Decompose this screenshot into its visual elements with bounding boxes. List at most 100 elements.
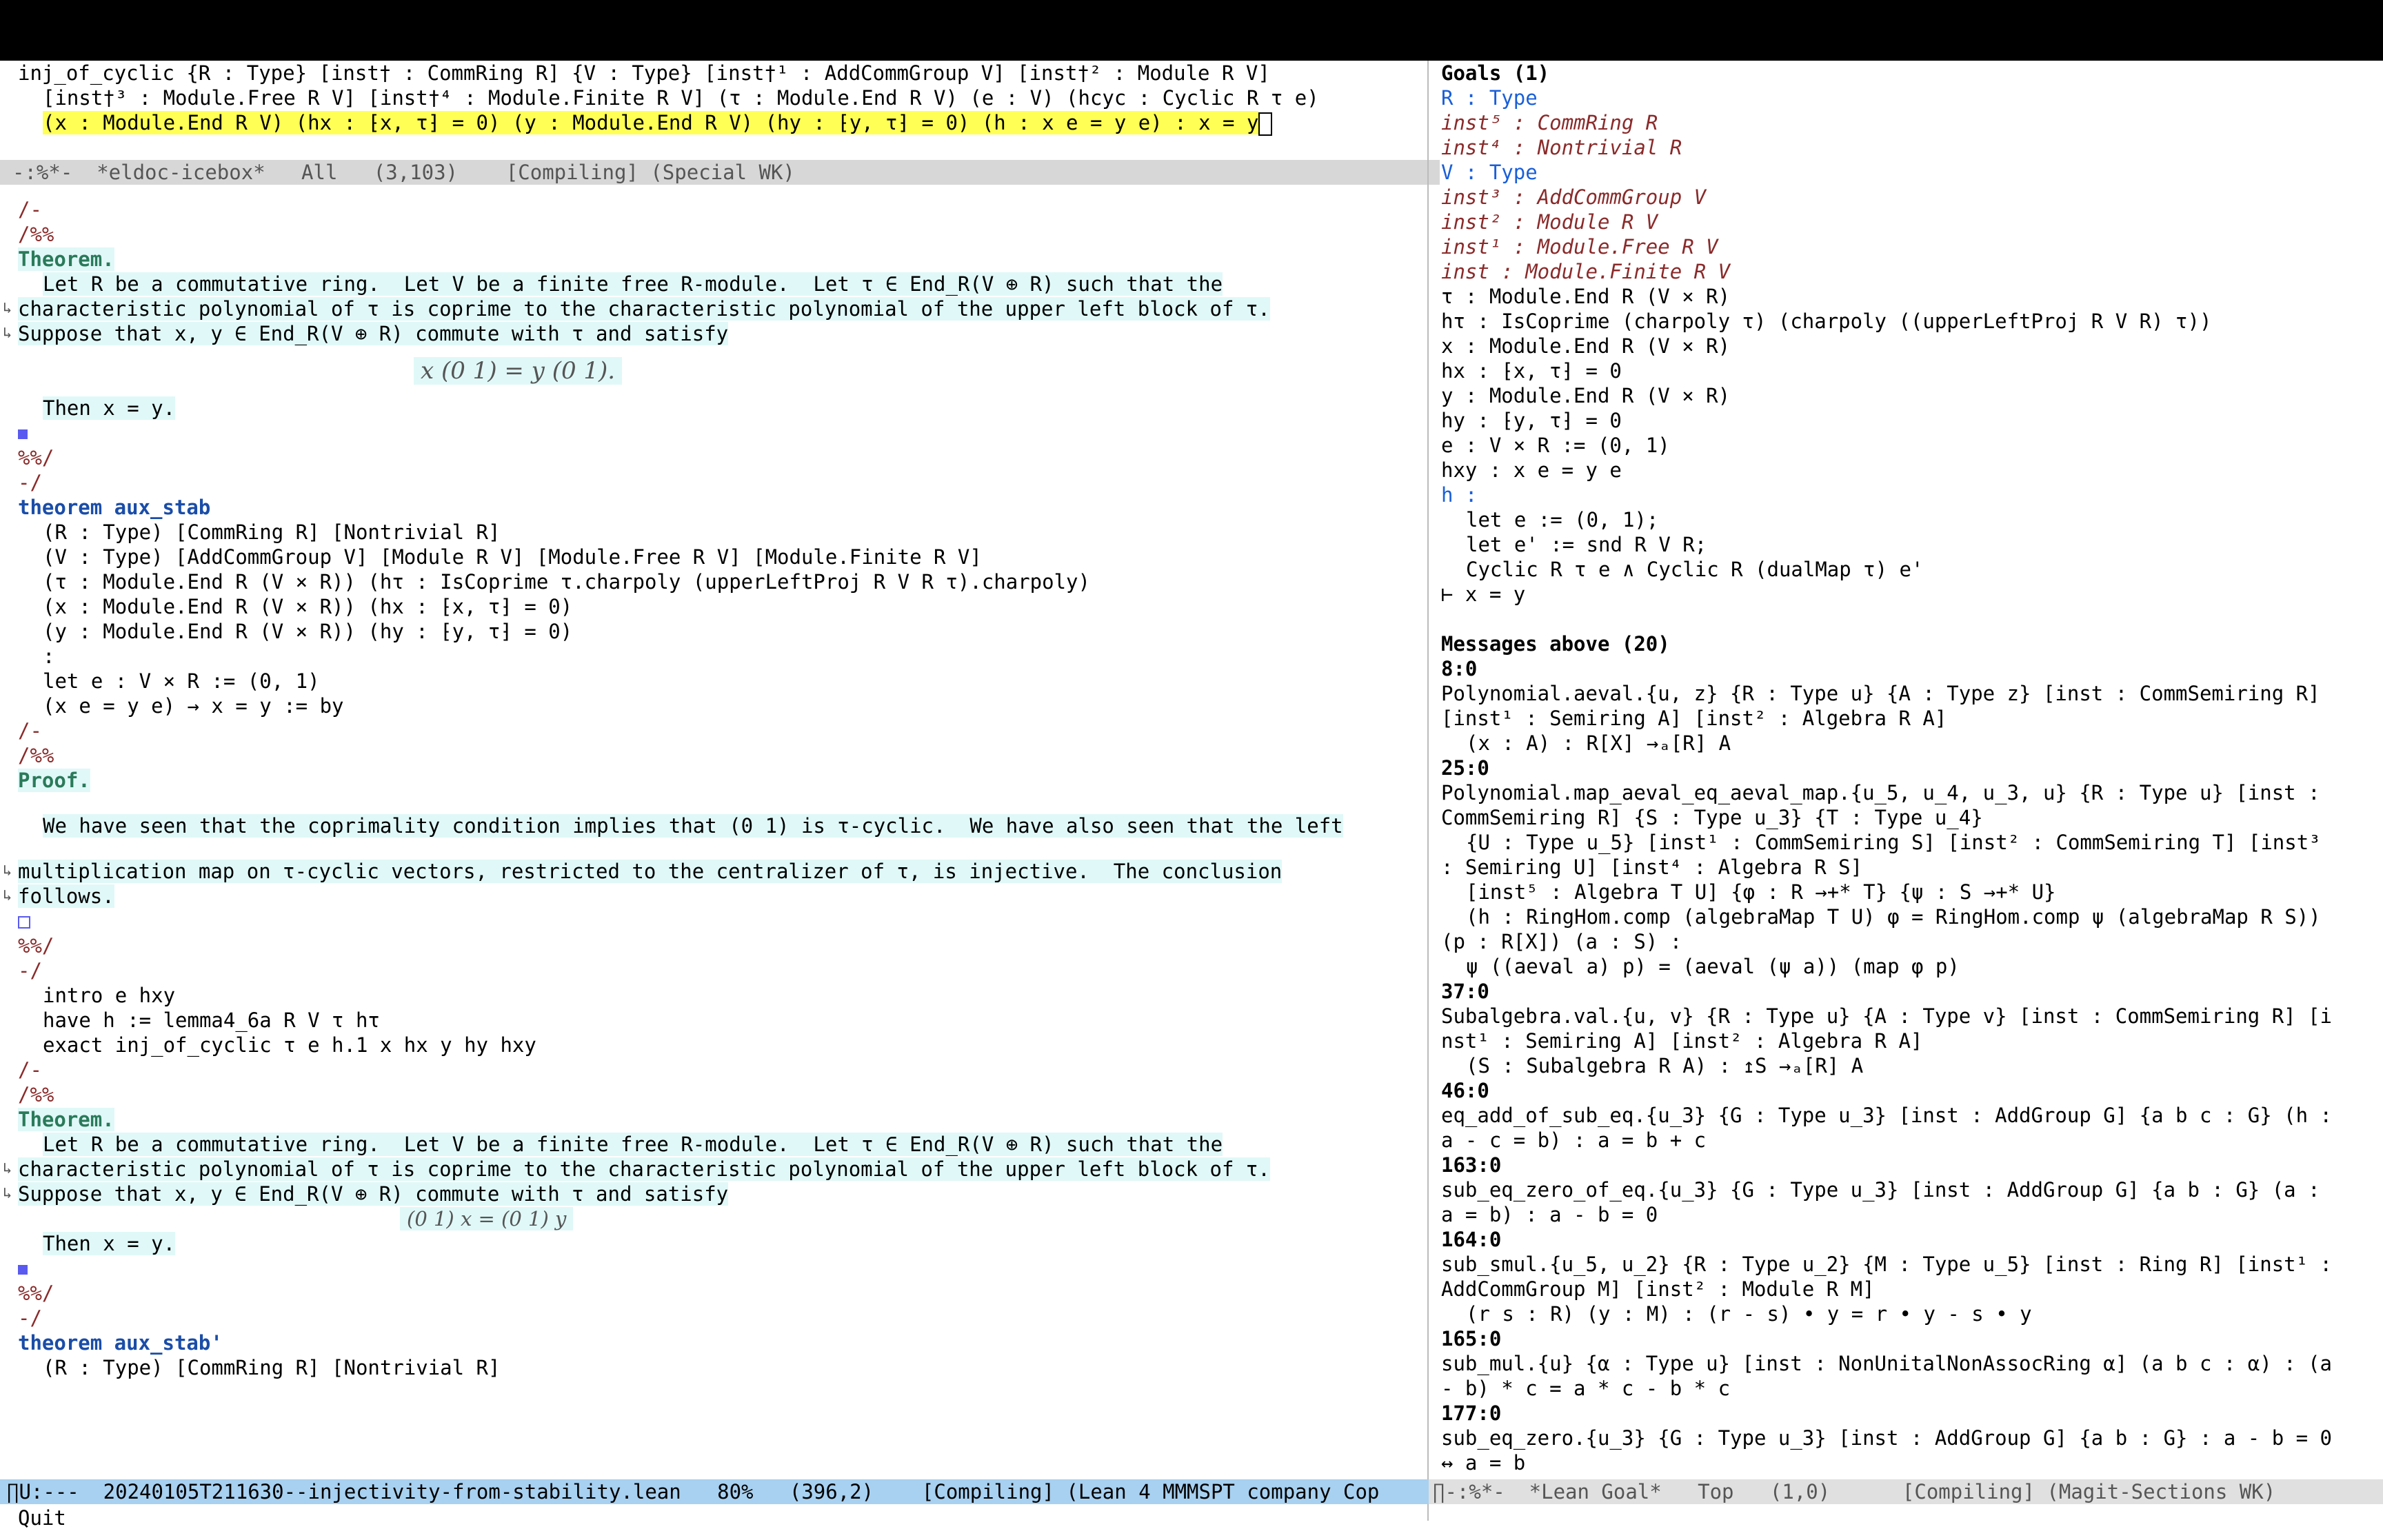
goal-hyp: let e' := snd R V R;	[1466, 533, 1707, 556]
code-line: (x : Module.End R (V × R)) (hx : ⁅x, τ⁆ …	[43, 595, 573, 618]
message-pos[interactable]: 165:0	[1429, 1326, 2383, 1351]
code-line: ↳ Suppose that x, y ∈ End_R(V ⊕ R) commut…	[3, 1182, 729, 1206]
message-line: (S : Subalgebra R A) : ↥S →ₐ[R] A	[1466, 1054, 1864, 1077]
message-line: sub_smul.{u_5, u_2} {R : Type u_2} {M : …	[1441, 1253, 2333, 1276]
goal-hyp: hy : ⁅y, τ⁆ = 0	[1441, 409, 1622, 432]
message-line: a = b) : a - b = 0	[1441, 1203, 1658, 1226]
goal-hyp: inst⁵ : CommRing R	[1441, 111, 1658, 134]
code-line: ↳ multiplication map on τ-cyclic vectors,…	[3, 860, 1283, 883]
message-line: Subalgebra.val.{u, v} {R : Type u} {A : …	[1441, 1004, 2333, 1028]
goal-hyp: x : Module.End R (V × R)	[1441, 334, 1731, 358]
code-line: /-	[18, 198, 42, 221]
message-line: a - c = b) : a = b + c	[1441, 1128, 1707, 1152]
code-line	[0, 1256, 1427, 1281]
code-line: (V : Type) [AddCommGroup V] [Module R V]…	[43, 545, 982, 569]
signature-line-1: inj_of_cyclic {R : Type} [inst† : CommRi…	[18, 61, 1270, 85]
message-line: : Semiring U] [inst⁴ : Algebra R S]	[1441, 855, 1863, 879]
goal-hyp: inst² : Module R V	[1441, 210, 1658, 234]
code-line: We have seen that the coprimality condit…	[43, 814, 1343, 838]
wrap-indicator-icon: ↳	[3, 1160, 12, 1177]
code-line: (R : Type) [CommRing R] [Nontrivial R]	[43, 1356, 501, 1379]
minibuffer[interactable]: Quit	[18, 1506, 66, 1530]
code-line: -/	[18, 959, 42, 982]
message-pos[interactable]: 164:0	[1429, 1227, 2383, 1252]
signature-line-2: [inst†³ : Module.Free R V] [inst†⁴ : Mod…	[43, 86, 1319, 110]
message-pos[interactable]: 163:0	[1429, 1153, 2383, 1177]
code-line: Then x = y.	[43, 1232, 176, 1255]
code-line: :	[43, 645, 55, 668]
code-line	[0, 909, 1427, 933]
display-math: (0 1) x = (0 1) y	[0, 1206, 1427, 1231]
source-modeline: ∏U:--- 20240105T211630--injectivity-from…	[0, 1479, 1434, 1504]
message-line: sub_eq_zero.{u_3} {G : Type u_3} [inst :…	[1441, 1426, 2333, 1450]
source-buffer[interactable]: /- /%% Theorem. Let R be a commutative r…	[0, 197, 1427, 1380]
message-line: [inst⁵ : Algebra T U] {φ : R →+* T} {ψ :…	[1466, 880, 2056, 904]
goals-header[interactable]: Goals (1)	[1429, 61, 2383, 85]
message-line: (h : RingHom.comp (algebraMap T U) φ = R…	[1466, 905, 2321, 929]
goal-hyp: inst⁴ : Nontrivial R	[1441, 136, 1682, 159]
qed-box-icon	[18, 916, 30, 929]
code-line: exact inj_of_cyclic τ e h.1 x hx y hy hx…	[43, 1033, 536, 1057]
message-line: ψ ((aeval a) p) = (aeval (ψ a)) (map φ p…	[1466, 955, 1960, 978]
message-line: Polynomial.aeval.{u, z} {R : Type u} {A …	[1441, 682, 2320, 705]
code-line	[0, 421, 1427, 445]
message-pos[interactable]: 8:0	[1429, 656, 2383, 681]
message-line: ↔ a = b	[1441, 1451, 1526, 1475]
code-line: ↳ Suppose that x, y ∈ End_R(V ⊕ R) commut…	[3, 322, 729, 345]
code-line: theorem aux_stab	[18, 496, 211, 519]
wrap-indicator-icon: ↳	[3, 325, 12, 342]
code-line: ↳ characteristic polynomial of τ is copri…	[3, 1157, 1270, 1181]
goal-hyp: V : Type	[1441, 161, 1538, 184]
goal-hyp: τ : Module.End R (V × R)	[1441, 285, 1731, 308]
message-pos[interactable]: 46:0	[1429, 1078, 2383, 1103]
code-line: -/	[18, 471, 42, 494]
lean-goal-window[interactable]: Goals (1) R : Type inst⁵ : CommRing R in…	[1429, 61, 2383, 1479]
message-line: nst¹ : Semiring A] [inst² : Algebra R A]	[1441, 1029, 1923, 1053]
goal-hyp: Cyclic R τ e ∧ Cyclic R (dualMap τ) e'	[1466, 558, 1924, 581]
message-line: sub_eq_zero_of_eq.{u_3} {G : Type u_3} […	[1441, 1178, 2320, 1202]
eldoc-modeline: -:%*- *eldoc-icebox* All (3,103) [Compil…	[0, 160, 1440, 185]
goal-target: ⊢ x = y	[1441, 582, 1526, 606]
display-math: x (0 1) = y (0 1).	[0, 346, 1427, 396]
code-line: /-	[18, 1058, 42, 1082]
goal-modeline: ∏-:%*- *Lean Goal* Top (1,0) [Compiling]…	[1429, 1479, 2383, 1504]
message-line: {U : Type u_5} [inst¹ : CommSemiring S] …	[1466, 831, 2321, 854]
code-line: Theorem.	[18, 247, 114, 271]
goal-hyp: let e := (0, 1);	[1466, 508, 1659, 531]
goal-hyp: y : Module.End R (V × R)	[1441, 384, 1731, 407]
code-line: have h := lemma4_6a R V τ hτ	[43, 1009, 380, 1032]
messages-header[interactable]: Messages above (20)	[1429, 631, 2383, 656]
message-pos[interactable]: 37:0	[1429, 979, 2383, 1004]
lean-source-window[interactable]: inj_of_cyclic {R : Type} [inst† : CommRi…	[0, 61, 1427, 1479]
message-line: - b) * c = a * c - b * c	[1441, 1377, 1731, 1400]
code-line: /%%	[18, 744, 54, 767]
message-line: AddCommGroup M] [inst² : Module R M]	[1441, 1277, 1875, 1301]
code-line: Proof.	[18, 769, 90, 792]
wrap-indicator-icon: ↳	[3, 1185, 12, 1202]
code-line: %%/	[18, 446, 54, 469]
message-line: eq_add_of_sub_eq.{u_3} {G : Type u_3} [i…	[1441, 1104, 2333, 1127]
code-line: Then x = y.	[43, 396, 176, 420]
goal-hyp: inst¹ : Module.Free R V	[1441, 235, 1718, 259]
code-line: %%/	[18, 1281, 54, 1305]
message-line: (p : R[X]) (a : S) :	[1441, 930, 1682, 953]
goal-hyp: inst : Module.Finite R V	[1441, 260, 1731, 283]
code-line: intro e hxy	[43, 984, 176, 1007]
code-line: Let R be a commutative ring. Let V be a …	[43, 272, 1223, 296]
text-cursor	[1258, 112, 1273, 136]
code-line: -/	[18, 1306, 42, 1330]
code-line: Theorem.	[18, 1108, 114, 1131]
code-line: (τ : Module.End R (V × R)) (hτ : IsCopri…	[43, 570, 1090, 594]
message-pos[interactable]: 25:0	[1429, 756, 2383, 780]
code-line: (R : Type) [CommRing R] [Nontrivial R]	[43, 520, 501, 544]
message-line: (r s : R) (y : M) : (r - s) • y = r • y …	[1466, 1302, 2032, 1326]
message-pos[interactable]: 177:0	[1429, 1401, 2383, 1426]
signature-line-3: (x : Module.End R V) (hx : ⁅x, τ⁆ = 0) (…	[0, 110, 1427, 136]
goal-hyp: hxy : x e = y e	[1441, 458, 1622, 482]
code-line: /-	[18, 719, 42, 742]
code-line: (y : Module.End R (V × R)) (hy : ⁅y, τ⁆ …	[43, 620, 573, 643]
eldoc-icebox-window: inj_of_cyclic {R : Type} [inst† : CommRi…	[0, 61, 1427, 136]
code-line: /%%	[18, 1083, 54, 1106]
wrap-indicator-icon: ↳	[3, 862, 12, 880]
